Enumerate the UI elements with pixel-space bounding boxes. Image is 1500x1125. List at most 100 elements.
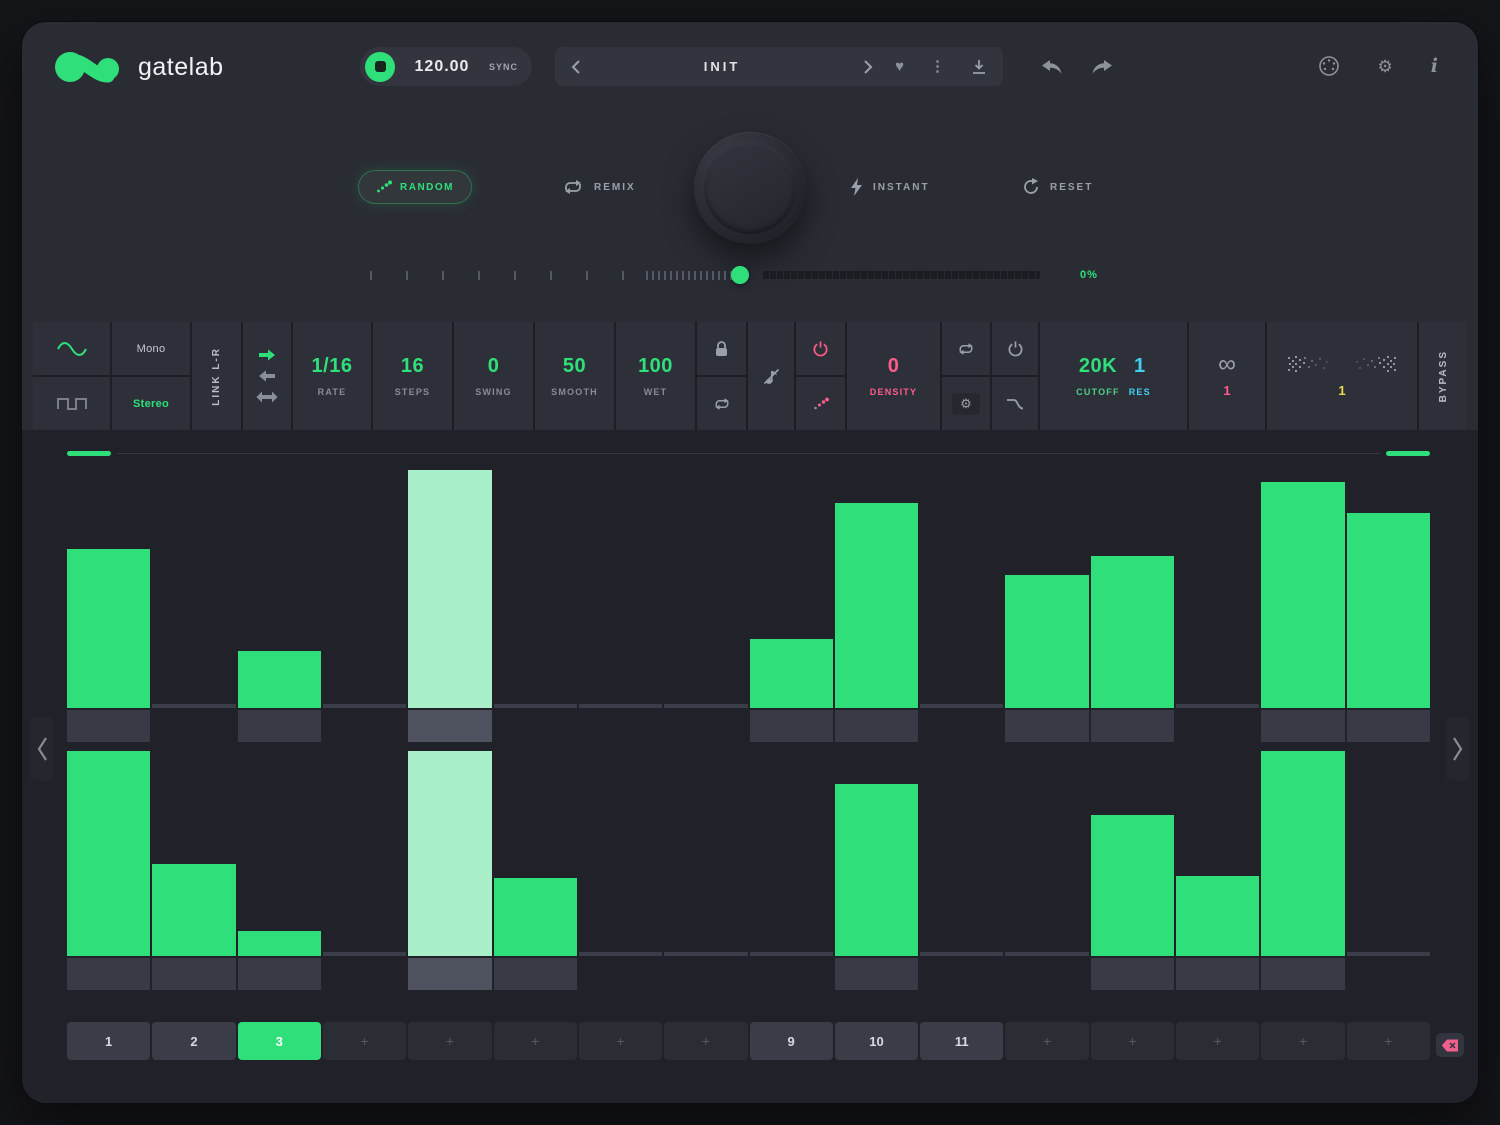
step-bar[interactable] [750,639,833,708]
smooth-cell[interactable]: 50 SMOOTH [535,322,614,430]
step-right-channel-14[interactable] [1176,751,1259,990]
step-right-channel-15[interactable] [1261,751,1344,990]
step-bar[interactable] [920,704,1003,708]
pattern-slot-2[interactable]: 2 [152,1022,235,1060]
page-prev-button[interactable] [30,717,54,781]
step-left-channel-2[interactable] [152,470,235,742]
rate-cell[interactable]: 1/16 RATE [293,322,371,430]
wet-cell[interactable]: 100 WET [616,322,695,430]
step-bar[interactable] [1091,556,1174,708]
step-left-channel-5[interactable] [408,470,491,742]
slider-track[interactable] [762,271,1040,279]
step-left-channel-7[interactable] [579,470,662,742]
filter-settings-button[interactable]: ⚙ [942,377,990,430]
step-left-channel-9[interactable] [750,470,833,742]
step-bar[interactable] [920,952,1003,956]
step-bar[interactable] [238,651,321,708]
step-right-channel-1[interactable] [67,751,150,990]
pattern-slot-3[interactable]: 3 [238,1022,321,1060]
pattern-slot-1[interactable]: 1 [67,1022,150,1060]
loop-start-handle[interactable] [67,451,111,456]
bpm-value[interactable]: 120.00 [407,58,477,76]
step-bar[interactable] [408,470,491,708]
cutoff-control[interactable]: 20K CUTOFF [1076,355,1120,397]
info-icon[interactable]: i [1431,57,1438,76]
pattern-slot-8[interactable]: + [664,1022,747,1060]
preset-menu-icon[interactable]: ⋮ [930,59,945,74]
mirror-icon[interactable] [256,391,278,403]
density-cell[interactable]: 0 DENSITY [847,322,940,430]
pattern-slot-7[interactable]: + [579,1022,662,1060]
step-bar[interactable] [1091,815,1174,956]
loop-length-cell[interactable]: ∞ 1 [1189,322,1265,430]
step-right-channel-13[interactable] [1091,751,1174,990]
step-right-channel-5[interactable] [408,751,491,990]
step-bar[interactable] [494,704,577,708]
pattern-slot-10[interactable]: 10 [835,1022,918,1060]
step-right-channel-6[interactable] [494,751,577,990]
filter-power-button[interactable] [992,322,1038,375]
dissolve-cell[interactable]: 1 [1267,322,1417,430]
step-bar[interactable] [152,864,235,956]
generator-knob[interactable] [694,132,806,244]
step-bar[interactable] [1347,952,1430,956]
step-bar[interactable] [750,952,833,956]
density-power-button[interactable] [796,322,845,375]
step-bar[interactable] [579,952,662,956]
step-bar[interactable] [494,878,577,956]
step-bar[interactable] [1347,513,1430,708]
amount-slider[interactable] [370,262,1040,288]
step-right-channel-8[interactable] [664,751,747,990]
step-bar[interactable] [67,751,150,956]
step-bar[interactable] [835,503,918,708]
mute-note-cell[interactable] [748,322,794,430]
favorite-heart-icon[interactable]: ♥ [895,59,904,74]
step-right-channel-10[interactable] [835,751,918,990]
step-bar[interactable] [1176,876,1259,956]
step-left-channel-8[interactable] [664,470,747,742]
step-left-channel-1[interactable] [67,470,150,742]
step-left-channel-4[interactable] [323,470,406,742]
filter-slope-button[interactable] [992,377,1038,430]
step-bar[interactable] [1176,704,1259,708]
step-bar[interactable] [408,751,491,956]
step-left-channel-15[interactable] [1261,470,1344,742]
step-right-channel-3[interactable] [238,751,321,990]
step-bar[interactable] [1261,482,1344,708]
save-download-icon[interactable] [971,59,987,75]
steps-cell[interactable]: 16 STEPS [373,322,452,430]
step-bar[interactable] [664,704,747,708]
step-right-channel-16[interactable] [1347,751,1430,990]
preset-prev-button[interactable] [571,59,581,75]
step-bar[interactable] [238,931,321,956]
shift-left-icon[interactable] [258,370,276,382]
remix-button[interactable]: REMIX [562,179,636,195]
step-right-channel-4[interactable] [323,751,406,990]
instant-button[interactable]: INSTANT [850,178,930,196]
res-control[interactable]: 1 RES [1129,355,1151,397]
pattern-slot-5[interactable]: + [408,1022,491,1060]
step-bar[interactable] [67,549,150,708]
step-bar[interactable] [835,784,918,956]
clear-pattern-button[interactable] [1436,1033,1464,1057]
step-left-channel-11[interactable] [920,470,1003,742]
preset-name[interactable]: INIT [581,59,863,74]
preset-next-button[interactable] [863,59,873,75]
step-bar[interactable] [1261,751,1344,956]
step-bar[interactable] [664,952,747,956]
pattern-slot-14[interactable]: + [1176,1022,1259,1060]
sine-wave-button[interactable] [33,322,110,375]
lock-button[interactable] [697,322,746,375]
settings-gear-icon[interactable]: ⚙ [1378,58,1393,75]
step-right-channel-9[interactable] [750,751,833,990]
loop-button[interactable] [697,377,746,430]
step-bar[interactable] [1005,952,1088,956]
step-bar[interactable] [579,704,662,708]
swing-cell[interactable]: 0 SWING [454,322,533,430]
step-bar[interactable] [323,952,406,956]
pattern-slot-12[interactable]: + [1005,1022,1088,1060]
reset-button[interactable]: RESET [1022,178,1093,196]
redo-icon[interactable] [1090,58,1114,75]
step-bar[interactable] [1005,575,1088,708]
page-next-button[interactable] [1446,717,1470,781]
